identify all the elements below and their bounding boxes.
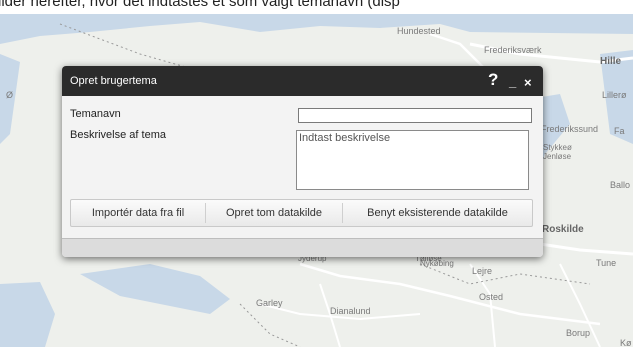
top-text: ilder herefter, hvor det indtastes et so…	[0, 0, 400, 10]
temanavn-label: Temanavn	[70, 108, 121, 120]
dialog-footer	[62, 238, 543, 257]
opret-brugertema-dialog: Opret brugertema ? _ × Temanavn Beskrive…	[62, 66, 543, 257]
map-label-roskilde: Roskilde	[542, 224, 584, 235]
import-data-button[interactable]: Importér data fra fil	[71, 200, 205, 226]
beskrivelse-label: Beskrivelse af tema	[70, 129, 166, 141]
map-label-fa: Fa	[614, 126, 625, 136]
use-existing-datasource-button[interactable]: Benyt eksisterende datakilde	[343, 200, 532, 226]
map-label-ballo: Ballo	[610, 180, 631, 190]
beskrivelse-textarea[interactable]: Indtast beskrivelse	[296, 130, 529, 190]
help-button[interactable]: ?	[488, 70, 498, 90]
close-button[interactable]: ×	[524, 75, 532, 90]
map-label-dianalund: Dianalund	[330, 306, 371, 316]
dialog-titlebar[interactable]: Opret brugertema ? _ ×	[62, 66, 543, 96]
map-label-stykkeo: Stykkeø	[543, 143, 572, 152]
map-label-lillero: Lillerø	[602, 90, 627, 100]
top-text-strip: ilder herefter, hvor det indtastes et so…	[0, 0, 633, 14]
map-label-o: Ø	[6, 90, 14, 100]
temanavn-input[interactable]	[298, 108, 532, 123]
map-label-hundested: Hundested	[397, 26, 441, 36]
map-label-hille: Hille	[600, 56, 622, 67]
datakilde-button-group: Importér data fra fil Opret tom datakild…	[70, 199, 533, 227]
map-label-frederikssund: Frederikssund	[541, 124, 599, 134]
map-label-jenlose: Jenløse	[543, 152, 572, 161]
map-label-garley: Garley	[256, 298, 283, 308]
map-label-borup: Borup	[566, 328, 591, 338]
dialog-title: Opret brugertema	[70, 75, 157, 87]
minimize-button[interactable]: _	[509, 74, 516, 89]
map-label-lejre: Lejre	[472, 266, 493, 276]
create-empty-datasource-button[interactable]: Opret tom datakilde	[206, 200, 342, 226]
map-label-frederiksvaerk: Frederiksværk	[484, 45, 542, 55]
map-label-ko: Kø	[620, 338, 632, 347]
map-label-tune: Tune	[596, 258, 617, 268]
map-label-osted: Osted	[479, 292, 504, 302]
